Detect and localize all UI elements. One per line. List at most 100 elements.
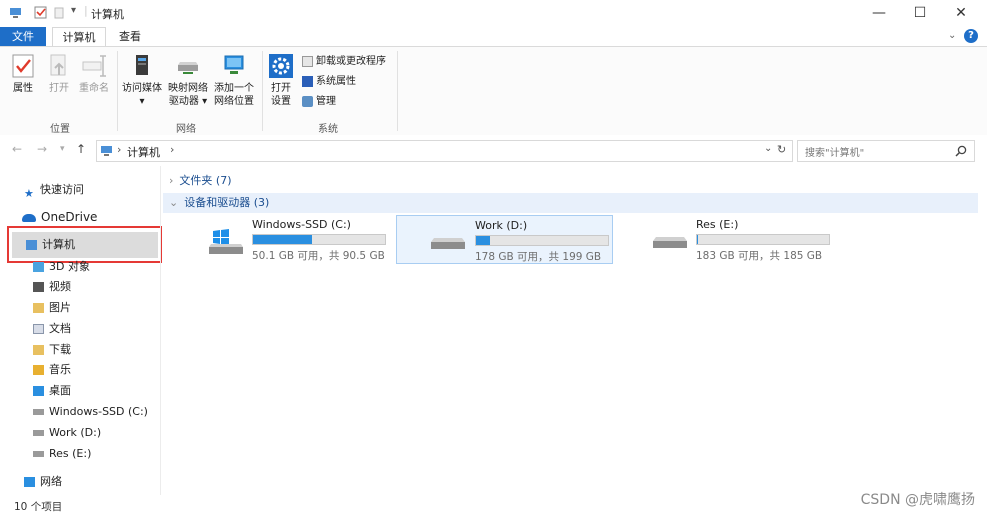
system-properties-icon bbox=[302, 75, 313, 87]
network-icon bbox=[24, 477, 35, 487]
ribbon-separator bbox=[117, 51, 118, 131]
access-media-button[interactable]: 访问媒体 ▾ bbox=[120, 53, 164, 108]
nav-label: Res (E:) bbox=[49, 447, 92, 460]
quick-access-dropdown-icon[interactable]: ▾ bbox=[71, 5, 76, 16]
drive-usage-fill bbox=[253, 235, 312, 244]
title-bar: ▾ | 计算机 — ☐ ✕ bbox=[0, 0, 987, 27]
recent-locations-icon[interactable]: ▾ bbox=[60, 144, 65, 154]
tab-computer[interactable]: 计算机 bbox=[52, 27, 106, 48]
music-icon bbox=[33, 365, 44, 375]
documents-icon bbox=[33, 324, 44, 334]
drive-icon bbox=[33, 451, 44, 457]
back-arrow-icon[interactable]: ← bbox=[12, 142, 22, 156]
manage-button[interactable]: 管理 bbox=[302, 95, 336, 109]
open-label: 打开 bbox=[49, 83, 69, 94]
devices-section-header[interactable]: ⌄ 设备和驱动器 (3) bbox=[163, 193, 978, 213]
nav-item-downloads[interactable]: 下载 bbox=[33, 341, 71, 359]
search-box[interactable]: 搜索"计算机" bbox=[797, 140, 975, 162]
help-icon[interactable]: ? bbox=[964, 29, 978, 43]
location-group-label: 位置 bbox=[50, 124, 70, 135]
new-folder-quick-icon[interactable] bbox=[53, 6, 66, 19]
system-properties-button[interactable]: 系统属性 bbox=[302, 75, 356, 89]
nav-label: 视频 bbox=[49, 280, 71, 293]
search-icon[interactable] bbox=[955, 145, 967, 157]
drive-icon bbox=[653, 237, 687, 248]
ribbon: 属性 打开 重命名 位置 访问媒体 ▾ 映射网络 驱动器 ▾ 添加一个 网络位置 bbox=[0, 46, 987, 136]
properties-quick-icon[interactable] bbox=[34, 6, 47, 19]
map-network-drive-label-1: 映射网络 bbox=[168, 83, 208, 94]
3d-objects-icon bbox=[33, 262, 44, 272]
drive-usage-bar bbox=[475, 235, 609, 246]
uninstall-program-button[interactable]: 卸载或更改程序 bbox=[302, 55, 386, 69]
up-arrow-icon[interactable]: ↑ bbox=[76, 142, 86, 156]
nav-label: 图片 bbox=[49, 301, 71, 314]
tab-view[interactable]: 查看 bbox=[110, 27, 150, 46]
map-network-drive-button[interactable]: 映射网络 驱动器 ▾ bbox=[165, 53, 211, 108]
breadcrumb-chevron-icon[interactable]: › bbox=[117, 143, 121, 156]
nav-label: Work (D:) bbox=[49, 426, 102, 439]
collapse-chevron-icon[interactable]: ⌄ bbox=[169, 196, 178, 209]
nav-item-drive-e[interactable]: Res (E:) bbox=[33, 445, 91, 463]
nav-item-desktop[interactable]: 桌面 bbox=[33, 382, 71, 400]
nav-label: 3D 对象 bbox=[49, 260, 90, 273]
nav-item-music[interactable]: 音乐 bbox=[33, 361, 71, 379]
uninstall-label: 卸载或更改程序 bbox=[316, 56, 386, 67]
folders-section-label: 文件夹 (7) bbox=[179, 174, 232, 187]
drive-icon bbox=[431, 238, 465, 249]
manage-icon bbox=[302, 95, 313, 107]
close-button[interactable]: ✕ bbox=[944, 3, 978, 23]
nav-item-drive-c[interactable]: Windows-SSD (C:) bbox=[33, 403, 148, 421]
nav-label: 快速访问 bbox=[40, 183, 84, 196]
system-group-label: 系统 bbox=[318, 124, 338, 135]
properties-icon bbox=[12, 54, 34, 78]
forward-arrow-icon[interactable]: → bbox=[37, 142, 47, 156]
nav-item-network[interactable]: 网络 bbox=[24, 473, 62, 491]
address-bar[interactable]: › 计算机 › ⌄ ↻ bbox=[96, 140, 793, 162]
properties-button[interactable]: 属性 bbox=[8, 53, 38, 95]
pane-divider[interactable] bbox=[160, 166, 161, 495]
drive-space-info: 183 GB 可用，共 185 GB bbox=[696, 250, 823, 262]
map-network-drive-label-2: 驱动器 ▾ bbox=[168, 96, 208, 107]
minimize-button[interactable]: — bbox=[862, 3, 896, 23]
media-server-icon bbox=[136, 55, 148, 75]
open-icon bbox=[50, 54, 66, 76]
nav-item-onedrive[interactable]: OneDrive bbox=[22, 208, 97, 226]
nav-item-quick-access[interactable]: ★ 快速访问 bbox=[24, 181, 84, 200]
nav-item-documents[interactable]: 文档 bbox=[33, 320, 71, 338]
collapse-ribbon-icon[interactable]: ⌄ bbox=[948, 30, 956, 41]
drive-tile-d[interactable]: Work (D:) 178 GB 可用，共 199 GB bbox=[396, 215, 613, 264]
refresh-icon[interactable]: ↻ bbox=[777, 143, 786, 156]
breadcrumb-computer[interactable]: 计算机 bbox=[127, 144, 160, 160]
navigation-pane: ★ 快速访问 OneDrive 计算机 3D 对象 视频 图片 文档 下载 音乐 … bbox=[0, 166, 162, 495]
access-media-arrow: ▾ bbox=[139, 96, 145, 107]
add-network-location-button[interactable]: 添加一个 网络位置 bbox=[211, 53, 257, 108]
drive-usage-bar bbox=[696, 234, 830, 245]
search-input[interactable]: 搜索"计算机" bbox=[805, 144, 864, 159]
rename-button[interactable]: 重命名 bbox=[76, 53, 112, 95]
open-button[interactable]: 打开 bbox=[44, 53, 74, 95]
nav-item-pictures[interactable]: 图片 bbox=[33, 299, 71, 317]
nav-label: 文档 bbox=[49, 322, 71, 335]
drive-tile-c[interactable]: Windows-SSD (C:) 50.1 GB 可用，共 90.5 GB bbox=[195, 215, 412, 264]
ribbon-separator bbox=[397, 51, 398, 131]
drive-name: Work (D:) bbox=[475, 219, 528, 232]
nav-item-drive-d[interactable]: Work (D:) bbox=[33, 424, 101, 442]
expand-chevron-icon[interactable]: › bbox=[169, 174, 173, 187]
nav-item-videos[interactable]: 视频 bbox=[33, 278, 71, 296]
drive-tile-e[interactable]: Res (E:) 183 GB 可用，共 185 GB bbox=[639, 215, 856, 264]
network-drive-icon bbox=[178, 62, 198, 74]
breadcrumb-chevron-icon[interactable]: › bbox=[170, 143, 174, 156]
tab-file[interactable]: 文件 bbox=[0, 27, 46, 46]
nav-label: 音乐 bbox=[49, 363, 71, 376]
settings-gear-icon bbox=[269, 54, 293, 78]
folders-section-header[interactable]: › 文件夹 (7) bbox=[163, 171, 231, 191]
drive-icon bbox=[33, 409, 44, 415]
computer-icon bbox=[10, 8, 21, 18]
nav-item-3d-objects[interactable]: 3D 对象 bbox=[33, 258, 90, 276]
drive-usage-fill bbox=[697, 235, 699, 244]
devices-section-label: 设备和驱动器 (3) bbox=[184, 196, 270, 209]
drive-usage-bar bbox=[252, 234, 386, 245]
open-settings-button[interactable]: 打开 设置 bbox=[266, 53, 296, 108]
address-dropdown-icon[interactable]: ⌄ bbox=[764, 143, 772, 154]
maximize-button[interactable]: ☐ bbox=[903, 3, 937, 23]
